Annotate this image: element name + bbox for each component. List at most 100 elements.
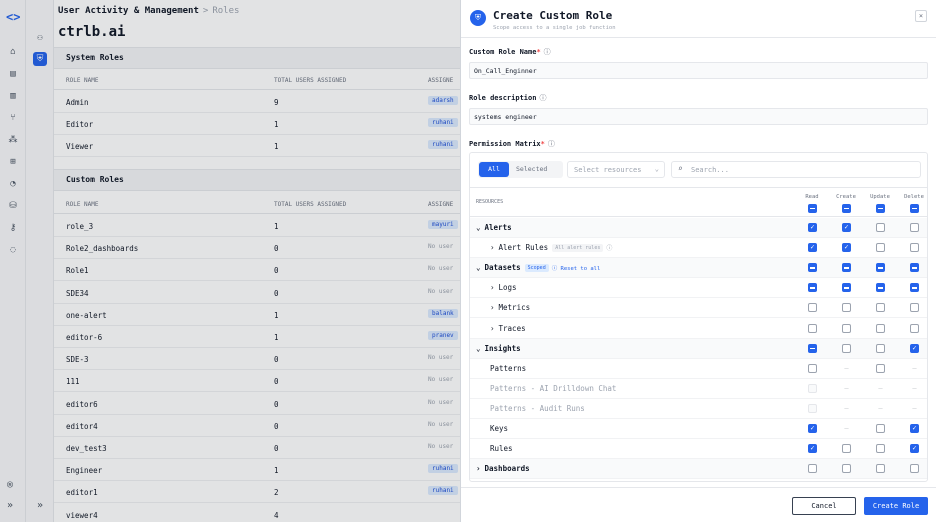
permission-row[interactable]: Patterns – – — [470, 359, 927, 379]
permission-label: Patterns — [490, 363, 527, 373]
search-icon: ⌕ — [678, 164, 683, 173]
read-checkbox[interactable]: ✓ — [808, 243, 817, 253]
permission-label: › Dashboards — [476, 464, 530, 474]
filter-toggle: All Selected — [478, 161, 563, 178]
permission-row[interactable]: › Alert Rules All alert rules ⓘ ✓ ✓ — [470, 238, 927, 259]
select-all-create-checkbox[interactable] — [842, 204, 851, 213]
read-checkbox[interactable]: ✓ — [808, 424, 817, 433]
permission-row[interactable]: Patterns - Audit Runs – – – — [470, 399, 927, 419]
update-checkbox: – — [878, 383, 883, 392]
select-all-update-checkbox[interactable] — [876, 204, 885, 213]
close-icon[interactable]: × — [915, 10, 927, 22]
cancel-button[interactable]: Cancel — [792, 497, 856, 515]
delete-checkbox[interactable] — [910, 243, 919, 253]
reset-link[interactable]: ⓘ Reset to all — [552, 266, 601, 272]
permission-row[interactable]: › Logs — [470, 278, 927, 299]
update-checkbox[interactable] — [876, 263, 885, 273]
permission-row[interactable]: Keys ✓ – ✓ — [470, 419, 927, 439]
permission-matrix: All Selected Select resources ⌄ ⌕ Search..… — [469, 152, 928, 482]
update-checkbox[interactable] — [876, 343, 885, 353]
read-checkbox[interactable]: ✓ — [808, 223, 817, 232]
search-input[interactable]: ⌕ Search... — [671, 161, 921, 178]
delete-checkbox[interactable] — [910, 464, 919, 474]
permission-row[interactable]: › Traces — [470, 319, 927, 339]
scope-tag: All alert rules — [552, 244, 604, 253]
info-icon: ⓘ — [606, 245, 613, 253]
chevron-right-icon[interactable]: › — [490, 324, 495, 333]
permission-row[interactable]: › Dashboards — [470, 459, 927, 480]
permission-label: › Logs — [490, 283, 517, 293]
permission-label: ⌄ Alerts — [476, 223, 512, 232]
modal-subtitle: Scope access to a single job function — [493, 25, 616, 31]
column-header-delete: Delete — [904, 194, 924, 200]
chevron-right-icon[interactable]: › — [490, 303, 495, 312]
delete-checkbox[interactable] — [910, 263, 919, 273]
create-role-button[interactable]: Create Role — [864, 497, 928, 515]
permission-row[interactable]: ⌄ Alerts ✓ ✓ — [470, 218, 927, 238]
update-checkbox[interactable] — [876, 283, 885, 293]
delete-checkbox[interactable]: ✓ — [910, 424, 919, 433]
permission-row[interactable]: Rules ✓ ✓ — [470, 439, 927, 460]
delete-checkbox[interactable] — [910, 283, 919, 293]
permission-matrix-label: Permission Matrix* ⓘ — [469, 140, 555, 148]
chevron-right-icon[interactable]: › — [490, 243, 495, 252]
delete-checkbox: – — [912, 403, 917, 412]
read-checkbox[interactable] — [808, 343, 817, 353]
chevron-down-icon[interactable]: ⌄ — [476, 344, 481, 353]
create-checkbox[interactable] — [842, 464, 851, 474]
column-header-create: Create — [836, 194, 856, 200]
read-checkbox[interactable] — [808, 263, 817, 273]
update-checkbox[interactable] — [876, 243, 885, 253]
delete-checkbox[interactable] — [910, 323, 919, 333]
read-checkbox[interactable] — [808, 323, 817, 333]
delete-checkbox[interactable] — [910, 303, 919, 313]
column-header-read: Read — [805, 194, 819, 200]
update-checkbox[interactable] — [876, 464, 885, 474]
create-checkbox[interactable] — [842, 323, 851, 333]
select-resources-dropdown[interactable]: Select resources ⌄ — [567, 161, 665, 178]
read-checkbox[interactable] — [808, 363, 817, 373]
create-checkbox[interactable]: ✓ — [842, 243, 851, 253]
create-checkbox: – — [844, 424, 849, 432]
create-checkbox[interactable] — [842, 343, 851, 353]
create-checkbox[interactable] — [842, 263, 851, 273]
delete-checkbox: – — [912, 383, 917, 392]
delete-checkbox[interactable]: ✓ — [910, 343, 919, 353]
select-all-delete-checkbox[interactable] — [910, 204, 919, 213]
create-checkbox[interactable] — [842, 283, 851, 293]
read-checkbox[interactable] — [808, 303, 817, 313]
chevron-down-icon[interactable]: ⌄ — [476, 263, 481, 272]
create-checkbox[interactable]: ✓ — [842, 223, 851, 232]
read-checkbox[interactable] — [808, 464, 817, 474]
create-checkbox[interactable] — [842, 444, 851, 454]
chevron-right-icon[interactable]: › — [476, 464, 481, 473]
info-icon: ⓘ — [547, 140, 555, 148]
filter-all-button[interactable]: All — [479, 162, 509, 177]
select-all-read-checkbox[interactable] — [808, 204, 817, 213]
permission-row[interactable]: ⌄ Insights ✓ — [470, 338, 927, 359]
update-checkbox[interactable] — [876, 424, 885, 433]
read-checkbox[interactable]: ✓ — [808, 444, 817, 454]
update-checkbox[interactable] — [876, 444, 885, 454]
permission-label: ⌄ Datasets Scoped ⓘ Reset to all — [476, 263, 601, 273]
update-checkbox[interactable] — [876, 303, 885, 313]
permission-row[interactable]: › Metrics — [470, 298, 927, 319]
role-name-input[interactable]: On_Call_Enginner — [469, 62, 928, 79]
permission-row[interactable]: Patterns - AI Drilldown Chat – – – — [470, 379, 927, 399]
filter-selected-button[interactable]: Selected — [516, 165, 547, 173]
update-checkbox[interactable] — [876, 223, 885, 232]
modal-backdrop[interactable] — [0, 0, 460, 522]
delete-checkbox[interactable]: ✓ — [910, 444, 919, 454]
modal-header: ⛨ Create Custom Role Scope access to a s… — [461, 0, 936, 38]
delete-checkbox[interactable] — [910, 223, 919, 232]
role-description-input[interactable]: systems engineer — [469, 108, 928, 125]
read-checkbox[interactable] — [808, 283, 817, 293]
permission-label: Patterns - AI Drilldown Chat — [490, 383, 617, 393]
delete-checkbox: – — [912, 363, 917, 372]
create-checkbox[interactable] — [842, 303, 851, 313]
chevron-down-icon[interactable]: ⌄ — [476, 223, 481, 232]
chevron-right-icon[interactable]: › — [490, 283, 495, 292]
update-checkbox[interactable] — [876, 323, 885, 333]
permission-row[interactable]: ⌄ Datasets Scoped ⓘ Reset to all — [470, 258, 927, 279]
update-checkbox[interactable] — [876, 363, 885, 373]
